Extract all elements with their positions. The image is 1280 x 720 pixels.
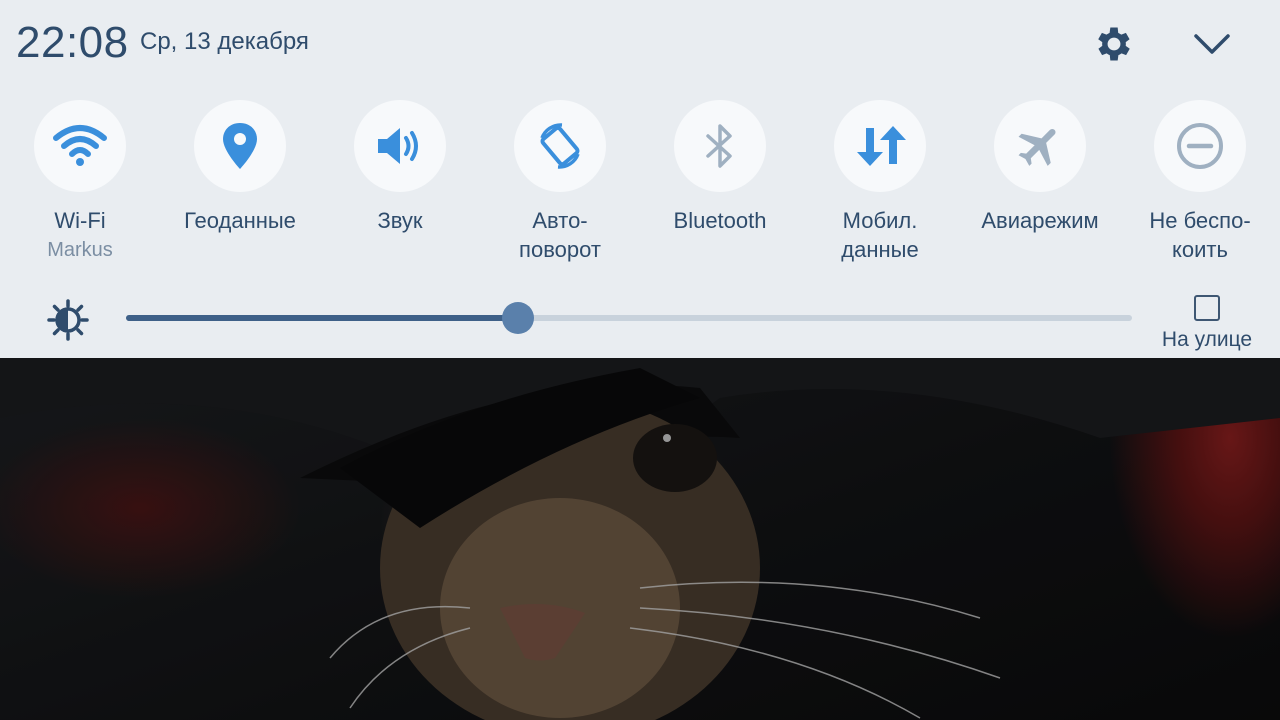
tile-airplane-button[interactable] bbox=[994, 100, 1086, 192]
tile-bluetooth[interactable]: Bluetooth bbox=[640, 100, 800, 235]
tile-location[interactable]: Геоданные bbox=[160, 100, 320, 235]
tile-bluetooth-button[interactable] bbox=[674, 100, 766, 192]
do-not-disturb-icon bbox=[1177, 123, 1223, 169]
cat-photo-image bbox=[0, 358, 1280, 720]
auto-rotate-icon bbox=[540, 123, 580, 169]
outdoor-mode-checkbox[interactable] bbox=[1194, 295, 1220, 321]
tile-label: Wi-Fi bbox=[54, 208, 106, 233]
tile-airplane[interactable]: Авиарежим bbox=[960, 100, 1120, 235]
chevron-down-icon[interactable] bbox=[1190, 24, 1234, 64]
gear-icon[interactable] bbox=[1092, 22, 1136, 66]
clock: 22:08 bbox=[16, 18, 129, 67]
mobile-data-icon bbox=[857, 126, 906, 166]
wallpaper-photo bbox=[0, 358, 1280, 720]
tile-wifi[interactable]: Wi-Fi Markus bbox=[0, 100, 160, 263]
airplane-icon bbox=[1018, 128, 1056, 166]
speaker-icon bbox=[378, 128, 418, 164]
tile-do-not-disturb-button[interactable] bbox=[1154, 100, 1246, 192]
tile-label: Геоданные bbox=[184, 208, 296, 233]
outdoor-mode-label: На улице bbox=[1161, 328, 1253, 351]
brightness-slider-thumb[interactable] bbox=[502, 302, 535, 334]
tile-sublabel: Markus bbox=[47, 239, 113, 261]
tile-label: Bluetooth bbox=[673, 208, 767, 233]
bluetooth-icon bbox=[706, 124, 732, 168]
tile-sound[interactable]: Звук bbox=[320, 100, 480, 235]
tile-label: Авто- поворот bbox=[519, 208, 601, 262]
tile-auto-rotate-button[interactable] bbox=[514, 100, 606, 192]
tile-mobile-data-button[interactable] bbox=[834, 100, 926, 192]
tile-mobile-data[interactable]: Мобил. данные bbox=[800, 100, 960, 264]
brightness-slider-fill bbox=[126, 315, 519, 321]
date-label: Ср, 13 декабря bbox=[140, 28, 309, 55]
tile-wifi-button[interactable] bbox=[34, 100, 126, 192]
quick-settings-panel: 22:08 Ср, 13 декабря Wi-Fi Markus Геодан… bbox=[0, 0, 1280, 358]
tile-label: Звук bbox=[377, 208, 423, 233]
location-pin-icon bbox=[223, 123, 257, 169]
tile-label: Не беспо- коить bbox=[1149, 208, 1251, 262]
tile-sound-button[interactable] bbox=[354, 100, 446, 192]
tile-location-button[interactable] bbox=[194, 100, 286, 192]
tile-label: Авиарежим bbox=[981, 208, 1099, 233]
tile-do-not-disturb[interactable]: Не беспо- коить bbox=[1120, 100, 1280, 264]
brightness-icon[interactable] bbox=[46, 298, 90, 342]
brightness-slider[interactable] bbox=[126, 302, 1132, 334]
wifi-icon bbox=[53, 125, 107, 166]
tile-label: Мобил. данные bbox=[841, 208, 919, 262]
tile-auto-rotate[interactable]: Авто- поворот bbox=[480, 100, 640, 264]
